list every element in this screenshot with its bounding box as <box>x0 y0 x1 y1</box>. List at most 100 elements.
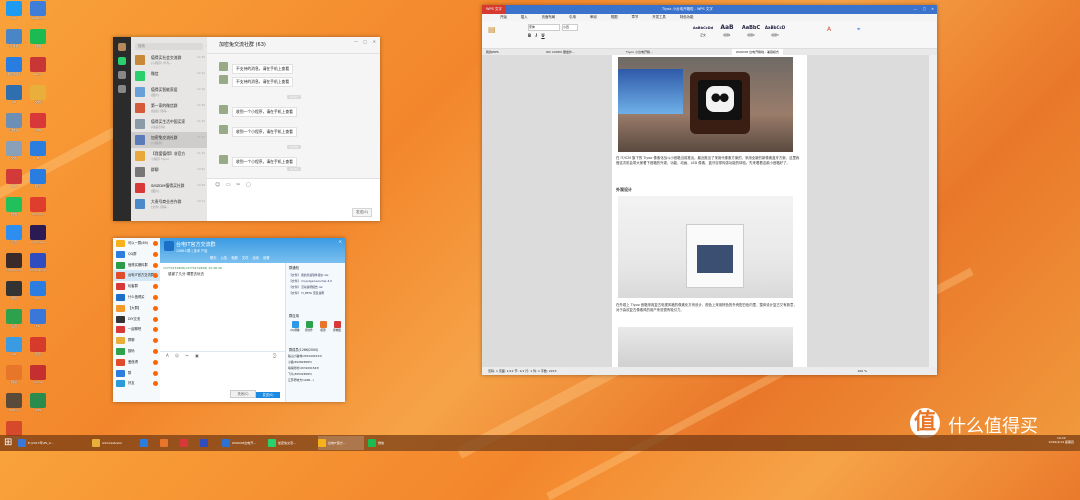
qq-group-item[interactable]: 群 <box>113 368 160 379</box>
desktop-icon[interactable]: 文档 <box>25 85 51 104</box>
favorites-icon[interactable] <box>118 85 126 93</box>
message-input[interactable]: ☺ ▭ ✂ ▢ 发送(S) <box>207 178 380 221</box>
chat-list-item[interactable]: 值得买智能家居 [图片] 12:10 <box>131 84 207 100</box>
chat-bubble-icon[interactable]: ▢ <box>246 182 251 188</box>
taskbar-item[interactable]: Administrator <box>92 436 136 450</box>
scissors-icon[interactable]: ✂ <box>236 182 240 188</box>
zoom-level[interactable]: 100 % <box>857 367 867 375</box>
menu-item[interactable]: 章节 <box>631 15 638 19</box>
desktop-icon[interactable]: Toolbox <box>1 393 27 412</box>
taskbar-item[interactable] <box>160 436 176 450</box>
desktop-icon[interactable]: PDF <box>1 169 27 188</box>
desktop-icon[interactable]: 网易 <box>1 365 27 384</box>
avatar[interactable] <box>118 43 126 51</box>
desktop-icon[interactable]: 计算机 <box>1 29 27 48</box>
wps-writer-window[interactable]: WPS 文字 Tiyoo 小台电开箱啦 - WPS 文字 — □ ✕ 开始 插入页… <box>482 5 937 375</box>
italic-icon[interactable]: I <box>535 33 537 38</box>
group-app[interactable]: 相册 <box>316 321 330 332</box>
style-preset[interactable]: AaBbC 标题2 <box>740 23 762 37</box>
taskbar-item[interactable]: 台电IT官方... <box>318 436 364 450</box>
qq-group-item[interactable]: QQ群 <box>113 249 160 260</box>
send-button[interactable]: 发送(S) <box>256 392 280 398</box>
select-icon[interactable]: ⌖ <box>857 26 860 34</box>
taskbar-item[interactable]: 加密兔交流... <box>268 436 314 450</box>
scissors-icon[interactable]: ✂ <box>185 353 188 358</box>
desktop-icon[interactable]: 腾讯视频 <box>1 57 27 76</box>
search-input[interactable]: 搜索 ＋ <box>135 43 207 50</box>
desktop-icon[interactable]: Premiere <box>25 225 51 244</box>
qq-group-window[interactable]: 可以一群(69) QQ群 值得买爆料群 台电IT官方交流群 玩客群 什么值得买 【大群】 DI… <box>113 238 345 402</box>
qq-group-item[interactable]: 值得买爆料群 <box>113 260 160 271</box>
style-preset[interactable]: AaB 标题1 <box>716 23 738 37</box>
emoji-icon[interactable]: ☺ <box>215 182 220 188</box>
menu-item[interactable]: 开发工具 <box>652 15 666 19</box>
menu-item[interactable]: 审阅 <box>590 15 597 19</box>
qq-group-item[interactable]: 什么值得买 <box>113 292 160 303</box>
desktop-icon[interactable]: Lightroom <box>1 253 27 272</box>
paste-icon[interactable]: ▤ <box>488 25 496 34</box>
menu-item[interactable]: 开始 <box>500 15 507 19</box>
contacts-icon[interactable] <box>118 71 126 79</box>
qq-group-item[interactable]: 数码 <box>113 346 160 357</box>
taskbar-item[interactable]: ZIXOOM台电开... <box>222 436 264 450</box>
vertical-scrollbar[interactable] <box>929 55 937 367</box>
desktop-icon[interactable]: Revo <box>25 57 51 76</box>
menu-item[interactable]: 引用 <box>569 15 576 19</box>
style-preset[interactable]: AaBbCcDd 正文 <box>692 23 714 37</box>
desktop-icon[interactable]: 设置 <box>1 309 27 328</box>
chat-list-item[interactable]: 群聊 10:52 <box>131 164 207 180</box>
desktop-icon[interactable]: Dw <box>1 337 27 356</box>
wechat-window[interactable]: 搜索 ＋ 值得买社会交流群[小程序] 华为...12:40微信12:22值得买智… <box>113 37 380 221</box>
qq-group-item[interactable]: 一起聊吧 <box>113 324 160 335</box>
chat-list-item[interactable]: 【我爱值得】非官方 小程序 Tiyoo 11:20 <box>131 148 207 164</box>
taskbar-item[interactable] <box>180 436 196 450</box>
group-app[interactable]: QQ群聊 <box>288 321 302 332</box>
emoji-icon[interactable]: ☺ <box>175 353 179 358</box>
style-preset[interactable]: AaBbCcD 标题3 <box>764 23 786 37</box>
close-icon[interactable]: ✕ <box>373 39 376 44</box>
qq-group-item[interactable]: 群聊 <box>113 335 160 346</box>
menu-item[interactable]: 视图 <box>611 15 618 19</box>
close-icon[interactable]: ✕ <box>339 239 342 244</box>
desktop-icon[interactable]: 游戏 <box>1 281 27 300</box>
maximize-icon[interactable]: □ <box>923 5 926 14</box>
bold-icon[interactable]: B <box>528 33 531 38</box>
desktop-icon[interactable]: 微信 <box>1 197 27 216</box>
chat-list-item[interactable]: 大贵号商业合作群 [文件] 值得... 10:12 <box>131 196 207 212</box>
desktop-icon[interactable]: Game <box>25 365 51 384</box>
start-icon[interactable]: ⊞ <box>4 437 12 448</box>
chat-list-item[interactable]: 加密兔交流社群 [小程序] 11:31 <box>131 132 207 148</box>
group-app[interactable]: 群收藏 <box>330 321 344 332</box>
font-name-select[interactable]: 宋体 <box>528 24 560 31</box>
qq-group-item[interactable]: 台电IT官方交流群 <box>113 270 160 282</box>
qq-tool-5[interactable]: 设置 <box>263 256 270 260</box>
desktop-icon[interactable]: 音乐 <box>25 337 51 356</box>
font-size-select[interactable]: 小四 <box>562 24 578 31</box>
image-icon[interactable]: ▣ <box>195 353 199 358</box>
folder-icon[interactable]: ▭ <box>226 182 231 188</box>
chat-list-item[interactable]: SMZDM值得买社群 [图片] 10:40 <box>131 180 207 196</box>
minimize-icon[interactable]: — <box>914 5 918 14</box>
qq-group-item[interactable]: 可以一群(69) <box>113 238 160 249</box>
desktop-icon[interactable]: IE <box>25 141 51 160</box>
desktop-icon[interactable]: 回收站 <box>1 113 27 132</box>
wps-app-button[interactable]: WPS 文字 <box>482 5 506 14</box>
desktop-icon[interactable]: 文件 <box>1 141 27 160</box>
desktop-icon[interactable]: Photoshop <box>25 253 51 272</box>
close-icon[interactable]: ✕ <box>931 5 934 14</box>
desktop-icon[interactable]: 微信 <box>25 29 51 48</box>
history-icon[interactable]: ⌚ <box>272 352 277 359</box>
maximize-icon[interactable]: □ <box>363 39 367 44</box>
font-icon[interactable]: A <box>166 353 169 358</box>
qq-tool-2[interactable]: 相册 <box>231 256 238 260</box>
qq-tool-1[interactable]: 公告 <box>221 256 228 260</box>
desktop-icon[interactable]: Chrome <box>25 197 51 216</box>
taskbar-item[interactable] <box>200 436 216 450</box>
qq-group-item[interactable]: 玩客群 <box>113 281 160 292</box>
member-item[interactable]: 江苏老地方(1206...) <box>288 377 344 383</box>
qq-group-item[interactable]: 好友 <box>113 378 160 389</box>
taskbar-item[interactable] <box>140 436 156 450</box>
taskbar-item[interactable]: 微信 <box>368 436 398 450</box>
desktop-icon[interactable]: AO <box>1 85 27 104</box>
desktop-icon[interactable]: WPS <box>25 113 51 132</box>
